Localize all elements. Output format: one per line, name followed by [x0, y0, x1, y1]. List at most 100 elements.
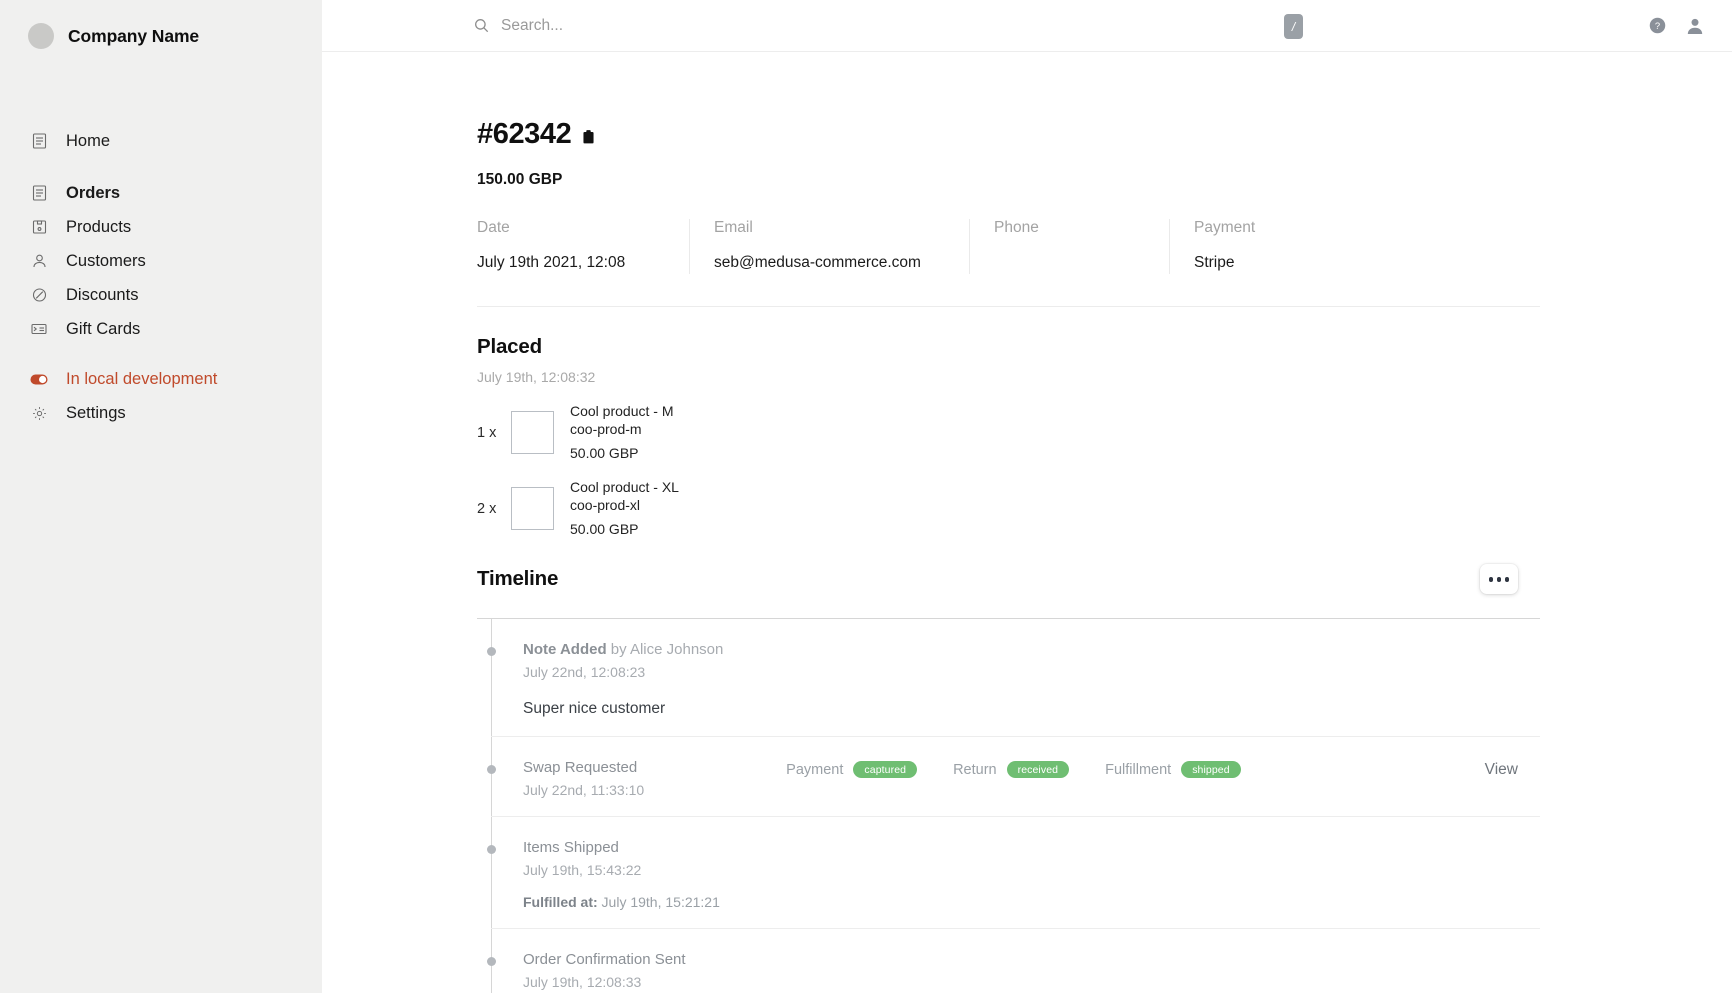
fulfilled-value: July 19th, 15:21:21 — [598, 894, 720, 910]
timeline-event-time: July 19th, 15:43:22 — [523, 862, 1540, 878]
status-label: Payment — [786, 762, 843, 778]
timeline-dot-icon — [487, 765, 496, 774]
search-bar[interactable] — [474, 17, 901, 35]
sidebar-item-label: Home — [66, 132, 110, 151]
sidebar-item-label: Discounts — [66, 286, 138, 305]
toggle-on-icon — [30, 370, 48, 388]
help-circle-icon[interactable]: ? — [1649, 17, 1666, 34]
timeline-dot-icon — [487, 647, 496, 656]
meta-value — [994, 254, 1145, 274]
product-thumbnail — [511, 487, 554, 530]
timeline-note-body: Super nice customer — [523, 700, 1540, 718]
products-icon — [30, 218, 48, 236]
sidebar-item-label: Products — [66, 218, 131, 237]
line-item-sku: coo-prod-xl — [570, 497, 679, 515]
timeline-event-title: Note Added by Alice Johnson — [523, 641, 1540, 658]
search-shortcut-key: / — [1284, 14, 1303, 39]
sidebar-item-local-development[interactable]: In local development — [30, 362, 322, 396]
status-return: Return received — [953, 761, 1069, 778]
placed-section: Placed July 19th, 12:08:32 1 x Cool prod… — [477, 335, 1540, 538]
meta-label: Date — [477, 219, 665, 237]
status-badge: received — [1007, 761, 1070, 778]
timeline-more-button[interactable] — [1480, 564, 1518, 594]
ellipsis-icon — [1489, 577, 1494, 582]
status-fulfillment: Fulfillment shipped — [1105, 761, 1241, 778]
timeline-event-time: July 19th, 12:08:33 — [523, 974, 1540, 990]
swap-view-link[interactable]: View — [1485, 761, 1518, 779]
topbar-actions: ? — [1649, 17, 1704, 35]
topbar: / ? — [322, 0, 1732, 52]
timeline-event-items-shipped: Items Shipped July 19th, 15:43:22 Fulfil… — [491, 817, 1540, 929]
product-thumbnail — [511, 411, 554, 454]
sidebar-item-label: Gift Cards — [66, 320, 140, 339]
timeline-list: Note Added by Alice Johnson July 22nd, 1… — [477, 618, 1540, 993]
placed-timestamp: July 19th, 12:08:32 — [477, 369, 1540, 385]
sidebar-nav: Home Orders — [0, 124, 322, 430]
user-avatar-icon[interactable] — [1686, 17, 1704, 35]
sidebar-item-products[interactable]: Products — [30, 210, 322, 244]
timeline-dot-icon — [487, 845, 496, 854]
sidebar-item-discounts[interactable]: Discounts — [30, 278, 322, 312]
meta-label: Phone — [994, 219, 1145, 237]
timeline-event-order-confirmation-sent: Order Confirmation Sent July 19th, 12:08… — [491, 929, 1540, 993]
order-detail-sheet: #62342 150.00 GBP Date July 19th 2021, 1… — [477, 52, 1540, 993]
meta-label: Email — [714, 219, 945, 237]
svg-text:?: ? — [1655, 21, 1660, 32]
nav-spacer — [30, 346, 322, 362]
ellipsis-icon — [1497, 577, 1502, 582]
nav-spacer — [30, 158, 322, 176]
gift-card-icon — [30, 320, 48, 338]
line-item-price: 50.00 GBP — [570, 445, 673, 463]
search-icon — [474, 18, 489, 33]
sidebar-item-label: In local development — [66, 370, 217, 389]
line-item-qty: 1 x — [477, 425, 511, 441]
line-item-title: Cool product - M — [570, 403, 673, 421]
sidebar-item-settings[interactable]: Settings — [30, 396, 322, 430]
copy-icon[interactable] — [583, 130, 594, 144]
line-items: 1 x Cool product - M coo-prod-m 50.00 GB… — [477, 403, 1540, 538]
line-item-price: 50.00 GBP — [570, 521, 679, 539]
sidebar-item-customers[interactable]: Customers — [30, 244, 322, 278]
page-title: #62342 — [477, 118, 571, 151]
sidebar-item-gift-cards[interactable]: Gift Cards — [30, 312, 322, 346]
status-payment: Payment captured — [786, 761, 917, 778]
line-item-info: Cool product - XL coo-prod-xl 50.00 GBP — [570, 479, 679, 539]
search-input[interactable] — [501, 17, 901, 35]
app-root: Company Name Home — [0, 0, 1732, 993]
timeline-dot-icon — [487, 957, 496, 966]
list-item[interactable]: 2 x Cool product - XL coo-prod-xl 50.00 … — [477, 479, 1540, 539]
status-badge: captured — [853, 761, 917, 778]
line-item-title: Cool product - XL — [570, 479, 679, 497]
timeline-event-note-added: Note Added by Alice Johnson July 22nd, 1… — [491, 619, 1540, 737]
sidebar-item-label: Settings — [66, 404, 126, 423]
timeline-fulfilled-at: Fulfilled at: July 19th, 15:21:21 — [523, 894, 1540, 910]
status-badge: shipped — [1181, 761, 1240, 778]
timeline-event-title: Order Confirmation Sent — [523, 951, 1540, 968]
main-area: / ? — [322, 0, 1732, 993]
meta-email: Email seb@medusa-commerce.com — [690, 219, 970, 274]
line-item-qty: 2 x — [477, 501, 511, 517]
content-scroll: #62342 150.00 GBP Date July 19th 2021, 1… — [322, 52, 1732, 993]
swap-status-group: Payment captured Return received Fulfill… — [786, 761, 1241, 778]
sidebar-item-orders[interactable]: Orders — [30, 176, 322, 210]
sidebar-item-home[interactable]: Home — [30, 124, 322, 158]
order-meta: Date July 19th 2021, 12:08 Email seb@med… — [477, 219, 1540, 274]
orders-icon — [30, 184, 48, 202]
sidebar: Company Name Home — [0, 0, 322, 993]
list-item[interactable]: 1 x Cool product - M coo-prod-m 50.00 GB… — [477, 403, 1540, 463]
brand[interactable]: Company Name — [0, 18, 322, 54]
brand-name: Company Name — [68, 26, 199, 47]
timeline-title: Timeline — [477, 567, 558, 591]
section-divider — [477, 306, 1540, 307]
status-label: Fulfillment — [1105, 762, 1171, 778]
timeline-event-time: July 22nd, 11:33:10 — [523, 782, 644, 798]
meta-value: July 19th 2021, 12:08 — [477, 254, 665, 274]
avatar — [28, 23, 54, 49]
meta-value: Stripe — [1194, 254, 1346, 274]
meta-date: Date July 19th 2021, 12:08 — [477, 219, 690, 274]
timeline-event-time: July 22nd, 12:08:23 — [523, 664, 1540, 680]
timeline-header: Timeline — [477, 564, 1540, 594]
timeline-event-title: Items Shipped — [523, 839, 1540, 856]
meta-phone: Phone — [970, 219, 1170, 274]
line-item-sku: coo-prod-m — [570, 421, 673, 439]
